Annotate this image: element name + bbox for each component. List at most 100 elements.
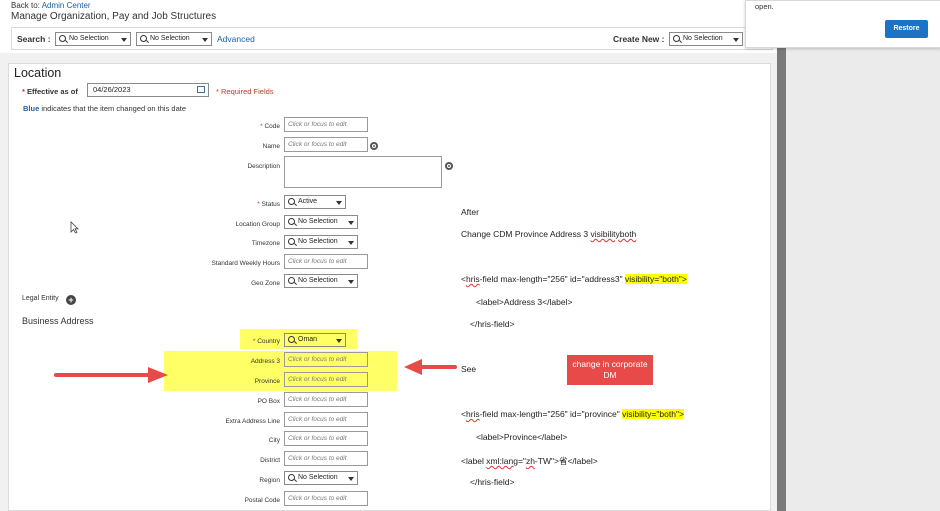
extra-address-line-input[interactable]: Click or focus to edit <box>284 412 368 427</box>
required-fields-note: * Required Fields <box>216 87 274 96</box>
code-input[interactable]: Click or focus to edit <box>284 117 368 132</box>
blue-word: Blue <box>23 104 40 113</box>
search-icon <box>288 277 295 284</box>
city-input[interactable]: Click or focus to edit <box>284 431 368 446</box>
create-new-value: No Selection <box>683 35 723 42</box>
location-group-dropdown[interactable]: No Selection <box>284 215 358 229</box>
note-close-tag-1: </hris-field> <box>470 319 515 329</box>
code-part: hris <box>465 274 480 284</box>
code-part: zh <box>525 456 535 466</box>
restore-popup: open. Restore <box>745 0 940 48</box>
search-bar: Search : No Selection No Selection Advan… <box>11 27 773 50</box>
note-see: See <box>461 364 477 374</box>
chevron-down-icon <box>348 241 354 245</box>
postal-code-label: Postal Code <box>244 497 280 504</box>
note-code-address3: <hris-field max-length="256" id="address… <box>461 274 687 284</box>
geo-zone-dropdown[interactable]: No Selection <box>284 274 358 288</box>
geo-zone-value: No Selection <box>298 277 338 284</box>
mouse-cursor-icon <box>70 221 79 234</box>
search-value: No Selection <box>150 35 190 42</box>
region-label: Region <box>259 477 280 484</box>
chevron-down-icon <box>348 280 354 284</box>
advanced-search-link[interactable]: Advanced <box>217 34 255 44</box>
effective-date-value: 04/26/2023 <box>93 85 131 94</box>
geo-zone-label: Geo Zone <box>251 280 280 287</box>
code-highlight: visibility="both"> <box>622 409 684 419</box>
country-dropdown[interactable]: Oman <box>284 333 346 347</box>
note-close-tag-2: </hris-field> <box>470 477 515 487</box>
search-icon <box>288 218 295 225</box>
effective-as-of-label: * Effective as of <box>22 87 78 96</box>
district-input[interactable]: Click or focus to edit <box>284 451 368 466</box>
timezone-label: Timezone <box>251 240 280 247</box>
chevron-down-icon <box>202 38 208 42</box>
search-type-dropdown[interactable]: No Selection <box>55 32 131 46</box>
globe-icon[interactable] <box>370 142 378 150</box>
create-new-dropdown[interactable]: No Selection <box>669 32 743 46</box>
code-part: <label <box>461 456 487 466</box>
calendar-icon[interactable] <box>197 86 205 93</box>
description-label: Description <box>247 163 280 170</box>
name-input[interactable]: Click or focus to edit <box>284 137 368 152</box>
form-title: Location <box>14 66 62 80</box>
globe-icon[interactable] <box>445 162 453 170</box>
status-value: Active <box>298 198 318 205</box>
admin-center-link[interactable]: Admin Center <box>42 1 91 10</box>
chevron-down-icon <box>733 38 739 42</box>
po-box-input[interactable]: Click or focus to edit <box>284 392 368 407</box>
standard-weekly-hours-input[interactable]: Click or focus to edit <box>284 254 368 269</box>
search-icon <box>288 474 295 481</box>
code-part: -field max-length="256" id="address3" <box>479 274 625 284</box>
note-code-province: <hris-field max-length="256" id="provinc… <box>461 409 684 419</box>
search-value-dropdown[interactable]: No Selection <box>136 32 212 46</box>
location-group-label: Location Group <box>235 221 280 228</box>
location-group-value: No Selection <box>298 218 338 225</box>
effective-date-input[interactable]: 04/26/2023 <box>87 83 209 97</box>
legal-entity-label: Legal Entity <box>22 295 59 302</box>
address3-input[interactable]: Click or focus to edit <box>284 352 368 367</box>
code-part: xml:lang <box>486 456 518 466</box>
code-part: -field max-length="256" id="province" <box>479 409 623 419</box>
description-textarea[interactable] <box>284 156 442 188</box>
code-part: hris <box>465 409 480 419</box>
search-icon <box>140 35 147 42</box>
note-change-squiggle: visibilityboth <box>590 229 637 239</box>
province-input[interactable]: Click or focus to edit <box>284 372 368 387</box>
code-part: -TW">省</label> <box>534 456 598 466</box>
popup-text: open. <box>755 2 774 11</box>
code-part: =" <box>517 456 526 466</box>
postal-code-input[interactable]: Click or focus to edit <box>284 491 368 506</box>
status-label: * Status <box>257 201 280 208</box>
page-title: Manage Organization, Pay and Job Structu… <box>11 11 217 22</box>
code-label-text: Code <box>264 123 280 130</box>
location-form-panel <box>8 63 771 511</box>
chevron-down-icon <box>348 477 354 481</box>
note-after: After <box>461 207 479 217</box>
region-dropdown[interactable]: No Selection <box>284 471 358 485</box>
search-icon <box>288 238 295 245</box>
search-icon <box>288 198 295 205</box>
search-icon <box>288 336 295 343</box>
name-label: Name <box>262 143 280 150</box>
timezone-dropdown[interactable]: No Selection <box>284 235 358 249</box>
standard-weekly-hours-label: Standard Weekly Hours <box>211 260 280 267</box>
address3-label: Address 3 <box>250 358 280 365</box>
chevron-down-icon <box>348 221 354 225</box>
search-label: Search : <box>17 34 51 44</box>
timezone-value: No Selection <box>298 238 338 245</box>
change-in-corporate-dm-badge: change in corporate DM <box>567 355 653 385</box>
country-value: Oman <box>298 336 318 343</box>
country-label-text: Country <box>257 338 280 345</box>
blue-legend-text: indicates that the item changed on this … <box>39 104 187 113</box>
arrow-left-icon <box>404 359 457 375</box>
add-legal-entity-icon[interactable]: + <box>66 295 76 305</box>
back-breadcrumb: Back to: Admin Center <box>11 1 91 10</box>
city-label: City <box>268 437 280 444</box>
chevron-down-icon <box>336 201 342 205</box>
po-box-label: PO Box <box>257 398 280 405</box>
right-gray-area <box>786 0 940 511</box>
status-dropdown[interactable]: Active <box>284 195 346 209</box>
note-label-zh: <label xml:lang="zh-TW">省</label> <box>461 455 598 467</box>
restore-button[interactable]: Restore <box>885 20 928 38</box>
blue-legend: Blue indicates that the item changed on … <box>23 104 186 113</box>
